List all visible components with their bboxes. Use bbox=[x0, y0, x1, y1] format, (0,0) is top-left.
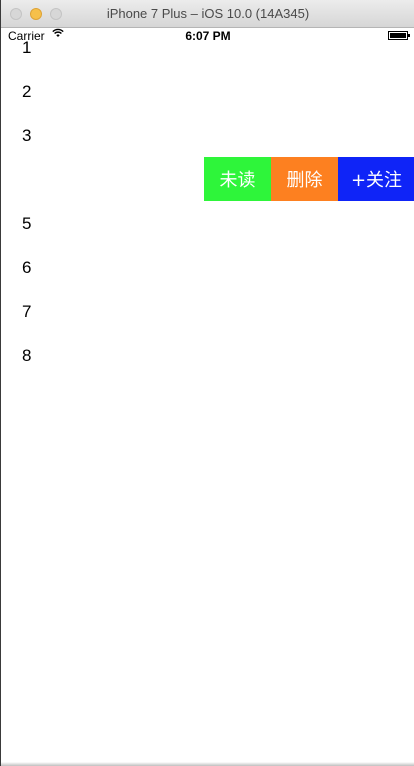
table-row[interactable]: 1 bbox=[1, 25, 414, 69]
window-bottom-edge bbox=[1, 762, 414, 766]
window-titlebar: iPhone 7 Plus – iOS 10.0 (14A345) bbox=[1, 0, 414, 28]
table-row[interactable]: 7 bbox=[1, 289, 414, 333]
delete-button[interactable]: 删除 bbox=[271, 157, 338, 201]
table-row[interactable]: 5 bbox=[1, 201, 414, 245]
row-label: 5 bbox=[22, 214, 32, 233]
window-title: iPhone 7 Plus – iOS 10.0 (14A345) bbox=[106, 6, 310, 21]
table-row[interactable]: 3 bbox=[1, 113, 414, 157]
follow-button[interactable]: +关注 bbox=[338, 157, 414, 201]
simulator-window: iPhone 7 Plus – iOS 10.0 (14A345) Carrie… bbox=[0, 0, 414, 766]
row-label: 3 bbox=[22, 126, 32, 145]
mark-unread-button[interactable]: 未读 bbox=[204, 157, 271, 201]
table-row[interactable]: 2 bbox=[1, 69, 414, 113]
row-label: 8 bbox=[22, 346, 32, 365]
swipe-actions: 未读 删除 +关注 bbox=[204, 157, 414, 201]
table-row[interactable]: 6 bbox=[1, 245, 414, 289]
table-row-swiped[interactable]: 未读 删除 +关注 bbox=[1, 157, 414, 201]
row-label: 6 bbox=[22, 258, 32, 277]
row-label: 2 bbox=[22, 82, 32, 101]
table-row[interactable]: 8 bbox=[1, 333, 414, 377]
table-view[interactable]: 1 2 3 未读 删除 +关注 5 6 7 8 bbox=[1, 25, 414, 377]
row-label: 7 bbox=[22, 302, 32, 321]
row-label: 1 bbox=[22, 38, 32, 57]
